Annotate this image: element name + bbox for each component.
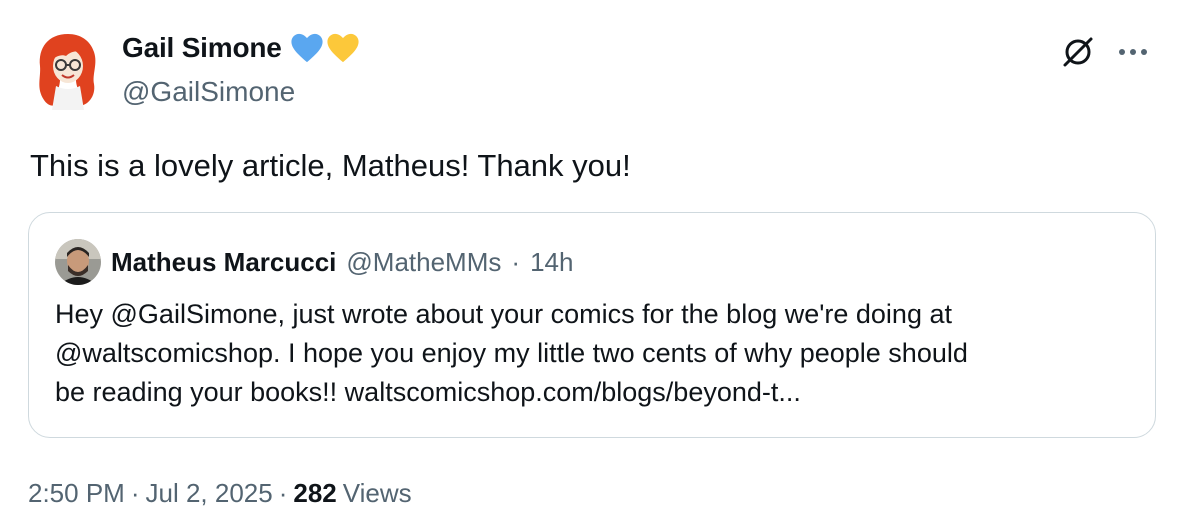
quoted-text-line: be reading your books!! waltscomicshop.c… — [55, 377, 801, 407]
quoted-author-avatar[interactable] — [55, 239, 101, 285]
blue-heart-icon — [291, 33, 323, 63]
footer-separator: · — [278, 478, 288, 508]
quoted-tweet[interactable]: Matheus Marcucci @MatheMMs · 14h Hey @Ga… — [28, 212, 1156, 438]
quoted-timestamp[interactable]: 14h — [530, 247, 573, 278]
tweet-time[interactable]: 2:50 PM — [28, 478, 125, 509]
more-horizontal-icon[interactable] — [1118, 47, 1148, 57]
tweet-footer: 2:50 PM · Jul 2, 2025 · 282 Views — [28, 478, 412, 509]
red-haired-woman-cartoon-avatar — [39, 34, 96, 110]
tweet-actions-top — [1060, 34, 1148, 70]
grok-icon[interactable] — [1060, 34, 1096, 70]
quoted-author-name[interactable]: Matheus Marcucci — [111, 247, 336, 278]
author-handle[interactable]: @GailSimone — [122, 76, 295, 108]
views-count[interactable]: 282 — [293, 478, 336, 509]
yellow-heart-icon — [327, 33, 359, 63]
author-name-row: Gail Simone — [122, 32, 360, 64]
quoted-tweet-text: Hey @GailSimone, just wrote about your c… — [55, 295, 1115, 412]
quoted-text-line: @waltscomicshop. I hope you enjoy my lit… — [55, 338, 968, 368]
tweet-text: This is a lovely article, Matheus! Thank… — [30, 148, 631, 183]
views-label[interactable]: Views — [343, 478, 412, 509]
quoted-text-line: Hey @GailSimone, just wrote about your c… — [55, 299, 952, 329]
quoted-meta-separator: · — [511, 246, 521, 277]
author-name[interactable]: Gail Simone — [122, 32, 282, 64]
author-avatar[interactable] — [30, 30, 106, 110]
quoted-author-handle[interactable]: @MatheMMs — [346, 247, 501, 278]
author-badges — [290, 32, 360, 64]
footer-separator: · — [130, 478, 140, 508]
quoted-tweet-header: Matheus Marcucci @MatheMMs · 14h — [55, 239, 573, 285]
tweet-date[interactable]: Jul 2, 2025 — [146, 478, 273, 509]
